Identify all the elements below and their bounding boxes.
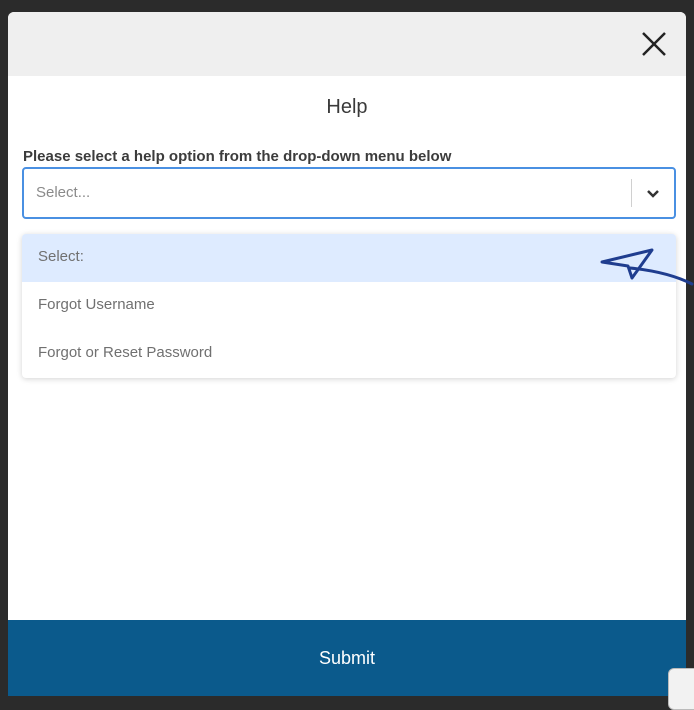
submit-label: Submit xyxy=(318,647,376,668)
corner-widget xyxy=(668,668,694,710)
dropdown-option-select[interactable]: Select: xyxy=(22,234,676,282)
select-current-value: Select... xyxy=(36,184,91,201)
help-dialog: Help Please select a help option from th… xyxy=(8,12,686,696)
help-option-label: Please select a help option from the dro… xyxy=(23,148,452,165)
hand-drawn-arrow-annotation xyxy=(600,248,694,286)
dialog-title: Help xyxy=(326,96,368,118)
dropdown-option-forgot-username[interactable]: Forgot Username xyxy=(22,282,676,330)
submit-button[interactable]: Submit xyxy=(8,620,686,696)
dialog-titlebar xyxy=(8,12,686,76)
close-icon xyxy=(642,32,666,56)
option-label: Forgot or Reset Password xyxy=(38,344,213,361)
option-label: Select: xyxy=(38,248,84,265)
chevron-down-icon xyxy=(647,190,659,198)
select-separator xyxy=(631,179,632,207)
close-button[interactable] xyxy=(636,26,672,62)
dropdown-option-forgot-reset-password[interactable]: Forgot or Reset Password xyxy=(22,330,676,378)
dropdown-toggle[interactable] xyxy=(642,182,664,204)
help-option-select[interactable]: Select... xyxy=(22,167,676,219)
dropdown-menu: Select: Forgot Username Forgot or Reset … xyxy=(22,234,676,378)
option-label: Forgot Username xyxy=(38,296,155,313)
